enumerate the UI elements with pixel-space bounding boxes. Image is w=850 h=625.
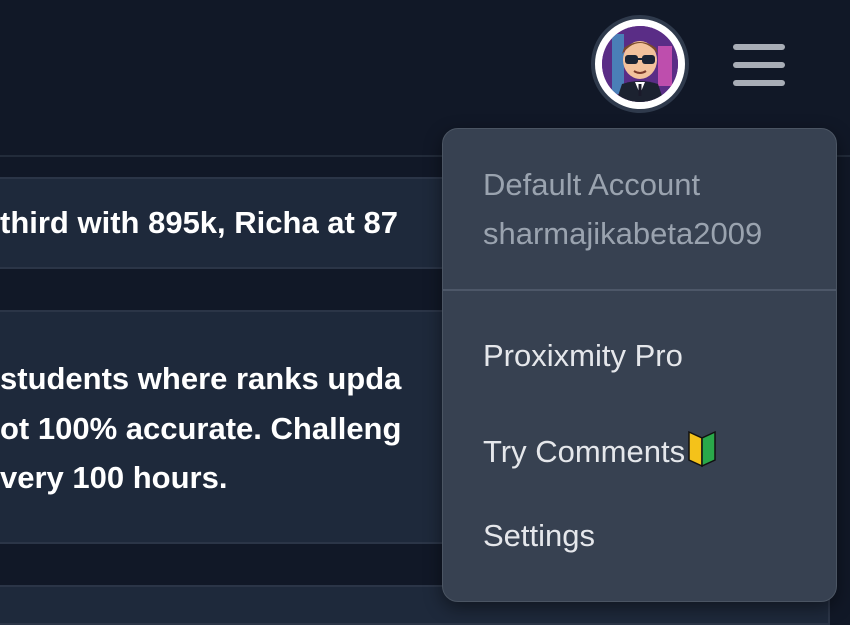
menu-item-proximity-pro[interactable]: Proxixmity Pro bbox=[483, 338, 683, 374]
username-label: sharmajikabeta2009 bbox=[483, 216, 763, 251]
menu-item-label: Try Comments bbox=[483, 434, 686, 469]
beginner-badge-icon bbox=[688, 430, 716, 468]
avatar-illustration-icon bbox=[602, 26, 678, 102]
card-text: third with 895k, Richa at 87 bbox=[0, 205, 398, 240]
hamburger-line-middle bbox=[733, 62, 785, 68]
card-text-line: ot 100% accurate. Challeng bbox=[0, 411, 402, 446]
menu-button[interactable] bbox=[733, 40, 787, 88]
menu-item-label: Proxixmity Pro bbox=[483, 338, 683, 373]
menu-item-try-comments[interactable]: Try Comments bbox=[483, 428, 717, 470]
avatar-button[interactable] bbox=[591, 15, 689, 113]
hamburger-line-top bbox=[733, 44, 785, 50]
menu-item-settings[interactable]: Settings bbox=[483, 518, 595, 554]
menu-divider bbox=[443, 289, 836, 291]
hamburger-line-bottom bbox=[733, 80, 785, 86]
avatar bbox=[602, 26, 678, 102]
account-dropdown-menu: Default Account sharmajikabeta2009 Proxi… bbox=[442, 128, 837, 602]
card-text-line: very 100 hours. bbox=[0, 460, 228, 495]
card-text-line: students where ranks upda bbox=[0, 361, 402, 396]
account-label: Default Account bbox=[483, 167, 701, 202]
menu-item-label: Settings bbox=[483, 518, 596, 553]
